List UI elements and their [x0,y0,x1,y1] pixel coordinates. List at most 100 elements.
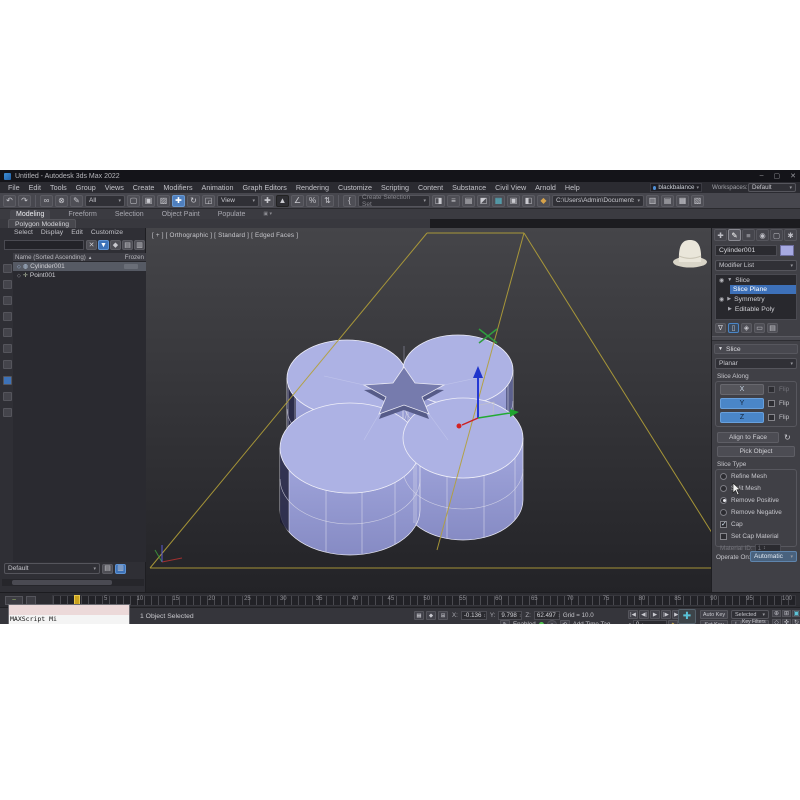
edit-named-selection-icon[interactable]: { [343,195,356,207]
frozen-column-header[interactable]: Frozen [125,254,144,261]
explorer-layout-icon[interactable]: ▥ [134,240,145,250]
flip-y-checkbox[interactable] [768,400,775,407]
menu-item[interactable]: Arnold [535,183,556,192]
menu-item[interactable]: Scripting [381,183,409,192]
maxscript-mini-listener[interactable]: MAXScript Mi [8,604,130,624]
stack-row-slice[interactable]: ◉ ▼ Slice [716,275,796,285]
key-mode-icon[interactable]: ✦ [668,620,678,624]
menu-item[interactable]: Animation [202,183,234,192]
menu-item[interactable]: Civil View [495,183,526,192]
key-filters-button[interactable]: Key Filters ... [741,620,769,624]
collapse-arrow-icon[interactable]: ▶ [727,296,731,302]
refresh-align-icon[interactable]: ↻ [784,433,791,442]
material-editor-icon[interactable]: ▦ [492,195,505,207]
unlink-icon[interactable]: ⊗ [55,195,68,207]
minimize-button[interactable]: – [760,172,764,180]
previous-frame-icon[interactable]: ◀| [639,610,649,619]
clear-search-icon[interactable]: ✕ [86,240,97,250]
select-scale-icon[interactable]: ◲ [202,195,215,207]
menu-item[interactable]: Tools [50,183,67,192]
explorer-pin-icon[interactable]: ▤ [102,564,113,574]
name-column-header[interactable]: Name (Sorted Ascending) [15,254,86,261]
display-spacewarps-icon[interactable] [3,344,12,353]
current-frame-field[interactable]: 0↕ [633,620,667,624]
explorer-menu-item[interactable]: Select [14,229,33,236]
explorer-menu-item[interactable]: Customize [91,229,123,236]
bind-spacewarp-icon[interactable]: ✎ [70,195,83,207]
expand-icon[interactable]: ◇ [17,273,21,279]
create-selection-set-input[interactable]: Create Selection Set [358,195,430,207]
use-pivot-icon[interactable]: ✚ [261,195,274,207]
z-coordinate-field[interactable]: 62.497↕ [534,611,560,620]
slice-axis-x-button[interactable]: X [720,384,764,395]
operate-on-dropdown[interactable]: Automatic [750,551,797,562]
next-frame-icon[interactable]: |▶ [661,610,671,619]
modifier-list-dropdown[interactable]: Modifier List [715,260,797,271]
display-containers-icon[interactable] [3,408,12,417]
motion-tab-icon[interactable]: ◉ [756,229,769,241]
split-mesh-radio[interactable] [720,485,727,492]
hierarchy-tab-icon[interactable]: ≡ [742,229,755,241]
zoom-all-icon[interactable]: ⊞ [782,610,791,617]
explorer-row-point001[interactable]: ◇ ✛ Point001 [13,271,146,280]
make-unique-icon[interactable]: ◈ [741,323,752,333]
x-coordinate-field[interactable]: -0.136↕ [461,611,487,620]
import-asset-icon[interactable]: ▥ [646,195,659,207]
close-button[interactable]: ✕ [790,172,796,180]
select-move-icon[interactable]: ✚ [172,195,185,207]
frame-mode-icon[interactable]: ∘ [628,621,632,624]
fov-icon[interactable]: ◇ [772,619,781,624]
orbit-icon[interactable]: ↻ [792,619,800,624]
select-object-icon[interactable]: ▢ [127,195,140,207]
explorer-menu-item[interactable]: Edit [71,229,83,236]
add-time-tag-label[interactable]: Add Time Tag [573,621,611,624]
utilities-tab-icon[interactable]: ✱ [784,229,797,241]
menu-item[interactable]: Views [105,183,124,192]
ribbon-tab-modeling[interactable]: Modeling [10,210,50,219]
menu-item[interactable]: Modifiers [163,183,192,192]
time-tag-icon[interactable]: ⟲ [560,620,570,624]
display-bones-icon[interactable] [3,392,12,401]
explorer-settings-icon[interactable]: ▤ [122,240,133,250]
display-groups-icon[interactable] [3,360,12,369]
stack-row-editable-poly[interactable]: ▶ Editable Poly [716,304,796,314]
polygon-modeling-tab[interactable]: Polygon Modeling [8,219,76,228]
reference-coordinate-dropdown[interactable]: View [217,195,259,207]
listener-macro-line[interactable] [9,605,129,615]
rendered-frame-icon[interactable]: ◧ [522,195,535,207]
asset-tracking-icon[interactable]: ▧ [691,195,704,207]
percent-snap-icon[interactable]: % [306,195,319,207]
remove-positive-radio[interactable] [720,497,727,504]
pan-icon[interactable]: ✜ [782,619,791,624]
align-to-face-button[interactable]: Align to Face [717,432,779,443]
explorer-column-header[interactable]: Name (Sorted Ascending) ▲ Frozen [13,253,146,262]
expand-icon[interactable]: ◇ [17,264,21,270]
menu-item[interactable]: Group [76,183,96,192]
maximize-button[interactable]: ▢ [774,172,781,180]
select-region-icon[interactable]: ▨ [157,195,170,207]
angle-snap-icon[interactable]: ∠ [291,195,304,207]
layer-manager-icon[interactable]: ▤ [462,195,475,207]
explorer-preset-dropdown[interactable]: Default [4,563,100,574]
align-icon[interactable]: ≡ [447,195,460,207]
character-icon[interactable]: ⟆ [731,620,741,624]
display-lights-icon[interactable] [3,296,12,305]
select-rotate-icon[interactable]: ↻ [187,195,200,207]
expand-arrow-icon[interactable]: ▼ [727,277,732,283]
viewport-canvas[interactable] [146,228,711,592]
ribbon-tab-selection[interactable]: Selection [115,211,144,218]
redo-icon[interactable]: ↷ [18,195,31,207]
display-tab-icon[interactable]: ▢ [770,229,783,241]
object-name-field[interactable]: Cylinder001 [715,245,777,256]
display-xrefs-icon[interactable] [3,376,12,385]
menu-item[interactable]: Help [565,183,580,192]
render-production-icon[interactable]: ◆ [537,195,550,207]
refine-mesh-radio[interactable] [720,473,727,480]
menu-item[interactable]: Substance [452,183,486,192]
zoom-extents-icon[interactable]: ▣ [792,610,800,617]
red-axis-handle[interactable] [457,424,462,429]
display-geometry-icon[interactable] [3,264,12,273]
snap-toggle-icon[interactable]: ▲ [276,195,289,207]
slice-rollout-header[interactable]: ▼ Slice [714,344,798,354]
selection-lock-icon[interactable]: ▦ [414,611,424,620]
